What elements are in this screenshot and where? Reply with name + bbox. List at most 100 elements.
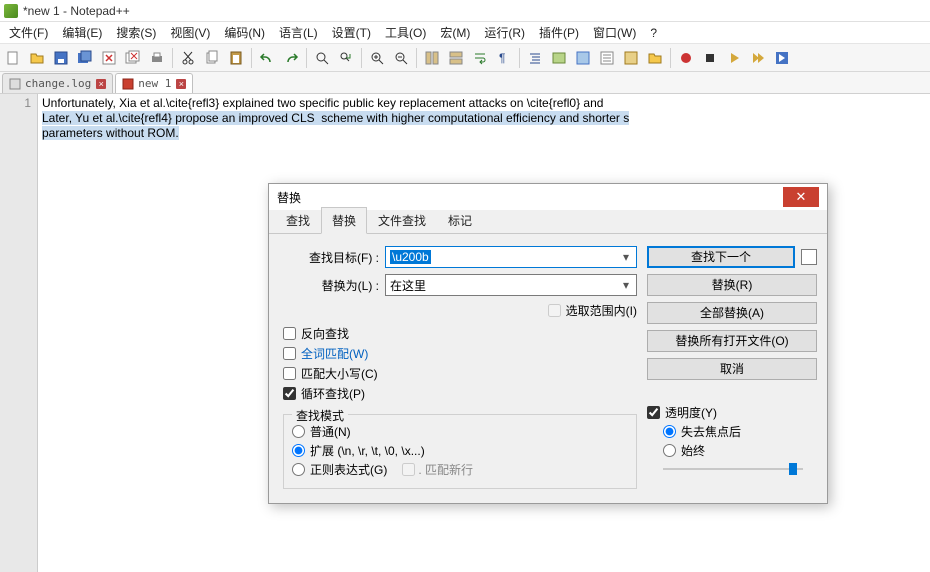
redo-icon[interactable] xyxy=(280,47,302,69)
window-title: *new 1 - Notepad++ xyxy=(23,4,130,18)
editor-line: parameters without ROM. xyxy=(42,126,179,140)
save-all-icon[interactable] xyxy=(74,47,96,69)
menu-run[interactable]: 运行(R) xyxy=(477,21,532,44)
always-radio[interactable]: 始终 xyxy=(663,442,817,459)
menu-view[interactable]: 视图(V) xyxy=(163,21,217,44)
copy-icon[interactable] xyxy=(201,47,223,69)
indent-guide-icon[interactable] xyxy=(524,47,546,69)
replace-input[interactable]: ▾ xyxy=(385,274,637,296)
show-all-chars-icon[interactable]: ¶ xyxy=(493,47,515,69)
close-all-icon[interactable] xyxy=(122,47,144,69)
document-tabbar: change.log × new 1 × xyxy=(0,72,930,94)
play-multi-icon[interactable] xyxy=(747,47,769,69)
tab-find[interactable]: 查找 xyxy=(275,207,321,233)
mode-normal-radio[interactable]: 普通(N) xyxy=(292,423,628,440)
zoom-in-icon[interactable] xyxy=(366,47,388,69)
doc-list-icon[interactable] xyxy=(596,47,618,69)
sync-h-icon[interactable] xyxy=(445,47,467,69)
menu-tools[interactable]: 工具(O) xyxy=(378,21,433,44)
cancel-button[interactable]: 取消 xyxy=(647,358,817,380)
zoom-out-icon[interactable] xyxy=(390,47,412,69)
find-next-button[interactable]: 查找下一个 xyxy=(647,246,795,268)
match-newline-checkbox: . 匹配新行 xyxy=(402,461,473,478)
find-icon[interactable] xyxy=(311,47,333,69)
file-modified-icon xyxy=(122,78,134,90)
replace-icon[interactable] xyxy=(335,47,357,69)
dropdown-arrow-icon[interactable]: ▾ xyxy=(618,249,634,265)
dropdown-arrow-icon[interactable]: ▾ xyxy=(618,277,634,293)
app-icon xyxy=(4,4,18,18)
mode-regex-radio[interactable]: 正则表达式(G) . 匹配新行 xyxy=(292,461,628,478)
print-icon[interactable] xyxy=(146,47,168,69)
menu-macro[interactable]: 宏(M) xyxy=(433,21,477,44)
menu-encoding[interactable]: 编码(N) xyxy=(217,21,272,44)
save-icon[interactable] xyxy=(50,47,72,69)
tab-close-icon[interactable]: × xyxy=(176,79,186,89)
transparency-slider[interactable] xyxy=(663,461,803,477)
doc-map-icon[interactable] xyxy=(572,47,594,69)
direction-toggle[interactable] xyxy=(801,249,817,265)
menu-bar: 文件(F) 编辑(E) 搜索(S) 视图(V) 编码(N) 语言(L) 设置(T… xyxy=(0,22,930,44)
menu-plugins[interactable]: 插件(P) xyxy=(532,21,586,44)
file-icon xyxy=(9,78,21,90)
save-macro-icon[interactable] xyxy=(771,47,793,69)
menu-help[interactable]: ? xyxy=(643,23,664,43)
lang-icon[interactable] xyxy=(548,47,570,69)
folder-icon[interactable] xyxy=(644,47,666,69)
in-selection-checkbox[interactable]: 选取范围内(I) xyxy=(548,302,637,319)
search-mode-panel: 查找模式 普通(N) 扩展 (\n, \r, \t, \0, \x...) 正则… xyxy=(283,414,637,489)
func-list-icon[interactable] xyxy=(620,47,642,69)
wrap-icon[interactable] xyxy=(469,47,491,69)
find-input[interactable]: \u200b ▾ xyxy=(385,246,637,268)
menu-settings[interactable]: 设置(T) xyxy=(325,21,378,44)
find-label: 查找目标(F) : xyxy=(283,249,379,266)
svg-text:¶: ¶ xyxy=(499,51,505,65)
editor-line: Later, Yu et al.\cite{refl4} propose an … xyxy=(42,111,629,125)
lose-focus-radio[interactable]: 失去焦点后 xyxy=(663,423,817,440)
cut-icon[interactable] xyxy=(177,47,199,69)
dialog-close-button[interactable]: ✕ xyxy=(783,187,819,207)
paste-icon[interactable] xyxy=(225,47,247,69)
document-tab[interactable]: change.log × xyxy=(2,73,113,93)
record-macro-icon[interactable] xyxy=(675,47,697,69)
undo-icon[interactable] xyxy=(256,47,278,69)
tab-find-in-files[interactable]: 文件查找 xyxy=(367,207,437,233)
transparency-checkbox[interactable]: 透明度(Y) xyxy=(647,404,817,421)
tab-close-icon[interactable]: × xyxy=(96,79,106,89)
find-value-selected: \u200b xyxy=(390,250,431,264)
search-mode-legend: 查找模式 xyxy=(292,407,348,424)
tab-replace[interactable]: 替换 xyxy=(321,207,367,234)
document-tab-active[interactable]: new 1 × xyxy=(115,73,193,93)
line-number: 1 xyxy=(0,96,31,110)
line-number-gutter: 1 xyxy=(0,94,38,572)
tab-mark[interactable]: 标记 xyxy=(437,207,483,233)
open-file-icon[interactable] xyxy=(26,47,48,69)
replace-dialog: 替换 ✕ 查找 替换 文件查找 标记 查找目标(F) : \u200b ▾ 替换… xyxy=(268,183,828,504)
replace-label: 替换为(L) : xyxy=(283,277,379,294)
match-case-checkbox[interactable]: 匹配大小写(C) xyxy=(283,365,637,382)
replace-all-open-button[interactable]: 替换所有打开文件(O) xyxy=(647,330,817,352)
play-macro-icon[interactable] xyxy=(723,47,745,69)
tab-label: change.log xyxy=(25,77,91,90)
sync-v-icon[interactable] xyxy=(421,47,443,69)
mode-extended-radio[interactable]: 扩展 (\n, \r, \t, \0, \x...) xyxy=(292,442,628,459)
replace-button[interactable]: 替换(R) xyxy=(647,274,817,296)
menu-edit[interactable]: 编辑(E) xyxy=(55,21,109,44)
window-titlebar: *new 1 - Notepad++ xyxy=(0,0,930,22)
stop-macro-icon[interactable] xyxy=(699,47,721,69)
menu-window[interactable]: 窗口(W) xyxy=(586,21,643,44)
replace-value[interactable] xyxy=(390,278,632,292)
new-file-icon[interactable] xyxy=(2,47,24,69)
dialog-tabs: 查找 替换 文件查找 标记 xyxy=(269,210,827,234)
backward-checkbox[interactable]: 反向查找 xyxy=(283,325,637,342)
close-icon[interactable] xyxy=(98,47,120,69)
dialog-title: 替换 xyxy=(277,189,301,206)
menu-language[interactable]: 语言(L) xyxy=(272,21,325,44)
toolbar: ¶ xyxy=(0,44,930,72)
whole-word-checkbox[interactable]: 全词匹配(W) xyxy=(283,345,637,362)
wrap-around-checkbox[interactable]: 循环查找(P) xyxy=(283,385,637,402)
tab-label: new 1 xyxy=(138,77,171,90)
menu-file[interactable]: 文件(F) xyxy=(2,21,55,44)
menu-search[interactable]: 搜索(S) xyxy=(109,21,163,44)
replace-all-button[interactable]: 全部替换(A) xyxy=(647,302,817,324)
